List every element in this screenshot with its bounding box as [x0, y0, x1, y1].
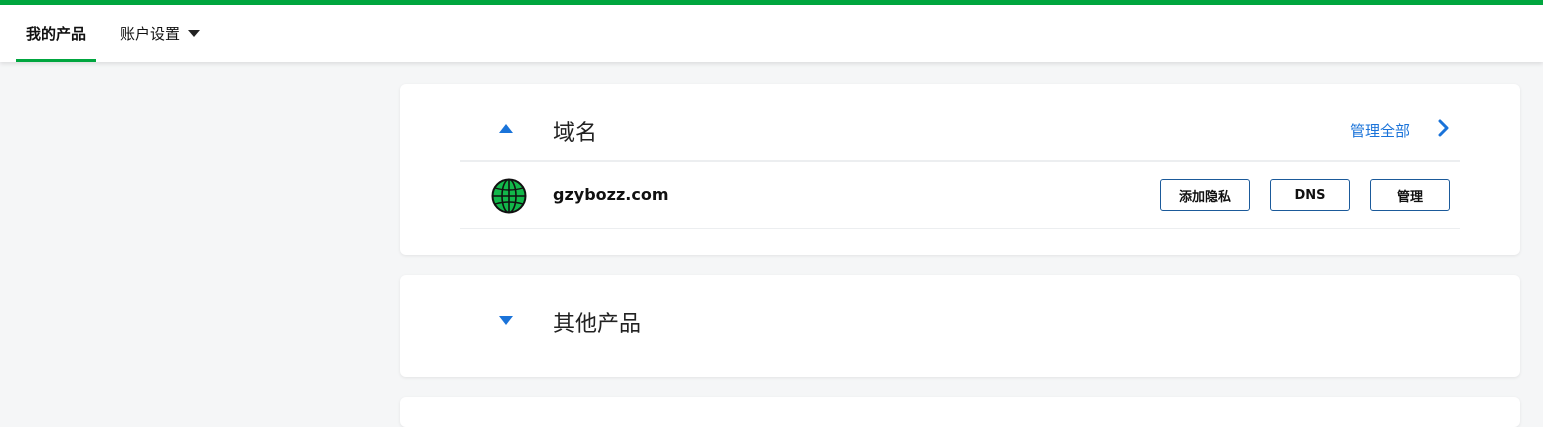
domains-card: 域名 管理全部 gzybozz.com 添加隐私 DNS 管理 [400, 84, 1520, 255]
manage-button[interactable]: 管理 [1370, 179, 1450, 211]
tab-my-products[interactable]: 我的产品 [16, 5, 96, 62]
caret-down-icon [188, 30, 201, 37]
tab-my-products-label: 我的产品 [25, 25, 86, 43]
globe-icon [491, 178, 527, 214]
tab-account-settings[interactable]: 账户设置 [120, 5, 201, 62]
section-title-other-products[interactable]: 其他产品 [553, 306, 641, 338]
dns-button[interactable]: DNS [1270, 179, 1350, 211]
tab-account-settings-label: 账户设置 [120, 25, 181, 43]
manage-all-link[interactable]: 管理全部 [1350, 120, 1410, 141]
chevron-right-icon[interactable] [1435, 117, 1453, 139]
section-divider [460, 160, 1460, 162]
expand-toggle-icon[interactable] [499, 316, 513, 325]
top-navigation: 我的产品 账户设置 [0, 5, 1543, 62]
row-divider [460, 228, 1460, 229]
domain-name[interactable]: gzybozz.com [553, 185, 669, 204]
add-privacy-button[interactable]: 添加隐私 [1160, 179, 1250, 211]
section-title-domains: 域名 [553, 121, 598, 146]
other-products-card: 其他产品 [400, 275, 1520, 377]
next-card [400, 397, 1520, 427]
collapse-toggle-icon[interactable] [499, 124, 513, 133]
